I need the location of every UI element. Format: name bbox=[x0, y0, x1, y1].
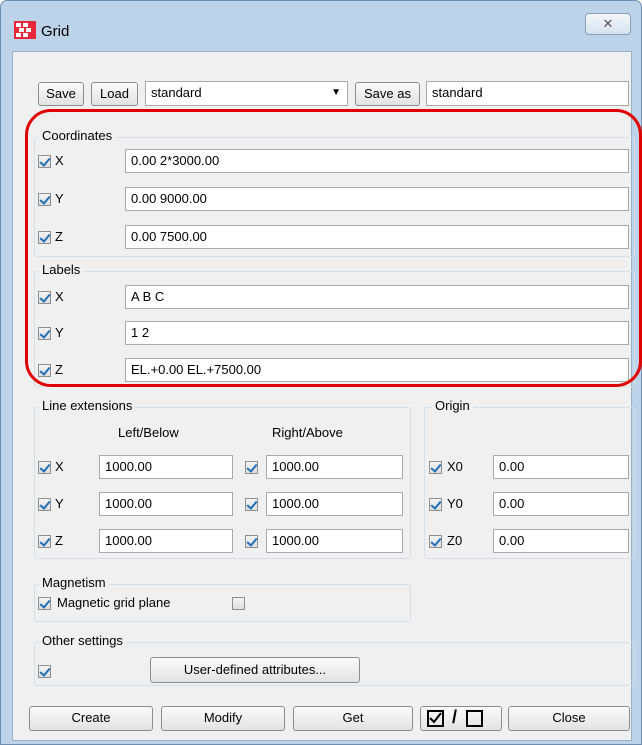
close-button[interactable]: Close bbox=[508, 706, 630, 731]
toggle-all-checkboxes-button[interactable]: / bbox=[420, 706, 502, 731]
labels-y-label: Y bbox=[55, 325, 64, 340]
grid-dialog-window: Grid ✕ Save Load standard ▼ Save as stan… bbox=[0, 0, 642, 745]
origin-x0-input[interactable]: 0.00 bbox=[493, 455, 629, 479]
create-button[interactable]: Create bbox=[29, 706, 153, 731]
coordinates-y-checkbox[interactable] bbox=[38, 193, 51, 206]
line-ext-y-label: Y bbox=[55, 496, 64, 511]
labels-group-title: Labels bbox=[39, 262, 84, 277]
line-ext-z-left-input[interactable]: 1000.00 bbox=[99, 529, 233, 553]
coordinates-z-checkbox[interactable] bbox=[38, 231, 51, 244]
coordinates-x-input[interactable]: 0.00 2*3000.00 bbox=[125, 149, 629, 173]
origin-x0-checkbox[interactable] bbox=[429, 461, 442, 474]
close-window-button[interactable]: ✕ bbox=[585, 13, 631, 35]
coordinates-x-checkbox[interactable] bbox=[38, 155, 51, 168]
labels-x-input[interactable]: A B C bbox=[125, 285, 629, 309]
line-ext-x-right-checkbox[interactable] bbox=[245, 461, 258, 474]
modify-button[interactable]: Modify bbox=[161, 706, 285, 731]
line-ext-x-left-input[interactable]: 1000.00 bbox=[99, 455, 233, 479]
coordinates-y-label: Y bbox=[55, 191, 64, 206]
line-ext-z-right-input[interactable]: 1000.00 bbox=[266, 529, 403, 553]
origin-y0-input[interactable]: 0.00 bbox=[493, 492, 629, 516]
coordinates-z-label: Z bbox=[55, 229, 63, 244]
line-ext-x-checkbox[interactable] bbox=[38, 461, 51, 474]
line-ext-x-right-input[interactable]: 1000.00 bbox=[266, 455, 403, 479]
coordinates-x-label: X bbox=[55, 153, 64, 168]
save-button[interactable]: Save bbox=[38, 82, 84, 106]
origin-y0-label: Y0 bbox=[447, 496, 463, 511]
line-ext-y-left-input[interactable]: 1000.00 bbox=[99, 492, 233, 516]
origin-x0-label: X0 bbox=[447, 459, 463, 474]
right-above-header: Right/Above bbox=[272, 425, 343, 440]
line-ext-z-right-checkbox[interactable] bbox=[245, 535, 258, 548]
line-ext-x-label: X bbox=[55, 459, 64, 474]
save-as-name-input[interactable]: standard bbox=[426, 81, 629, 106]
line-ext-z-label: Z bbox=[55, 533, 63, 548]
slash-icon: / bbox=[452, 707, 458, 727]
magnetic-grid-plane-checkbox[interactable] bbox=[38, 597, 51, 610]
line-ext-y-right-input[interactable]: 1000.00 bbox=[266, 492, 403, 516]
other-settings-group-title: Other settings bbox=[39, 633, 126, 648]
origin-z0-label: Z0 bbox=[447, 533, 463, 548]
magnetic-grid-plane-label: Magnetic grid plane bbox=[57, 595, 171, 610]
labels-z-label: Z bbox=[55, 362, 63, 377]
origin-z0-input[interactable]: 0.00 bbox=[493, 529, 629, 553]
preset-dropdown[interactable]: standard ▼ bbox=[145, 81, 348, 106]
user-defined-attributes-button[interactable]: User-defined attributes... bbox=[150, 657, 360, 683]
left-below-header: Left/Below bbox=[118, 425, 179, 440]
chevron-down-icon: ▼ bbox=[331, 87, 341, 98]
origin-y0-checkbox[interactable] bbox=[429, 498, 442, 511]
magnetism-group-title: Magnetism bbox=[39, 575, 109, 590]
labels-z-checkbox[interactable] bbox=[38, 364, 51, 377]
labels-y-checkbox[interactable] bbox=[38, 327, 51, 340]
load-button[interactable]: Load bbox=[91, 82, 138, 106]
title-bar[interactable]: Grid ✕ bbox=[1, 1, 641, 51]
coordinates-z-input[interactable]: 0.00 7500.00 bbox=[125, 225, 629, 249]
line-ext-z-checkbox[interactable] bbox=[38, 535, 51, 548]
line-ext-y-checkbox[interactable] bbox=[38, 498, 51, 511]
close-icon: ✕ bbox=[602, 16, 614, 31]
unchecked-box-icon bbox=[466, 710, 483, 727]
grid-app-icon bbox=[14, 21, 36, 39]
line-ext-y-right-checkbox[interactable] bbox=[245, 498, 258, 511]
save-as-button[interactable]: Save as bbox=[355, 82, 420, 106]
line-extensions-group-title: Line extensions bbox=[39, 398, 136, 413]
checked-box-icon bbox=[427, 710, 444, 727]
labels-z-input[interactable]: EL.+0.00 EL.+7500.00 bbox=[125, 358, 629, 382]
magnetism-extra-checkbox[interactable] bbox=[232, 597, 245, 610]
preset-dropdown-value: standard bbox=[151, 85, 202, 100]
labels-y-input[interactable]: 1 2 bbox=[125, 321, 629, 345]
origin-group-title: Origin bbox=[432, 398, 473, 413]
get-button[interactable]: Get bbox=[293, 706, 413, 731]
coordinates-y-input[interactable]: 0.00 9000.00 bbox=[125, 187, 629, 211]
window-title: Grid bbox=[41, 23, 70, 40]
origin-z0-checkbox[interactable] bbox=[429, 535, 442, 548]
other-settings-checkbox[interactable] bbox=[38, 665, 51, 678]
coordinates-group-title: Coordinates bbox=[39, 128, 116, 143]
labels-x-label: X bbox=[55, 289, 64, 304]
labels-x-checkbox[interactable] bbox=[38, 291, 51, 304]
